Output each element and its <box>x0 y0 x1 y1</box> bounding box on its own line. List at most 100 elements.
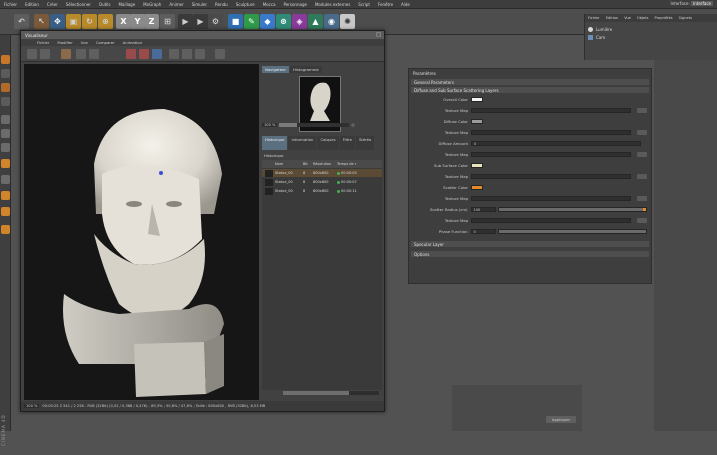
menu-item-help[interactable]: Aide <box>397 2 414 7</box>
stop-render-icon[interactable] <box>61 49 71 59</box>
tab-information[interactable]: Information <box>288 136 317 150</box>
texture-map-field[interactable] <box>471 195 631 201</box>
texture-map-browse-button[interactable] <box>637 107 647 113</box>
texture-map-browse-button[interactable] <box>637 173 647 179</box>
menu-item-plugins[interactable]: Modules externes <box>311 2 354 7</box>
attr-texture-map[interactable]: Texture Map <box>415 151 647 157</box>
axis-z-button[interactable]: Z <box>144 14 159 29</box>
texture-map-field[interactable] <box>471 217 631 223</box>
objmenu-edit[interactable]: Edition <box>603 16 621 20</box>
subsurface-color-swatch[interactable] <box>471 162 483 168</box>
render-image-area[interactable] <box>24 64 259 400</box>
menu-item-mocca[interactable]: Mocca <box>259 2 280 7</box>
overall-color-swatch[interactable] <box>471 96 483 102</box>
attr-diffuse-amount[interactable]: Diffuse Amount 0 <box>415 140 647 146</box>
swap-icon[interactable] <box>89 49 99 59</box>
zoom-fit-icon[interactable]: ◎ <box>351 123 354 127</box>
menu-item-animate[interactable]: Animer <box>165 2 187 7</box>
status-zoom-input[interactable]: 100 % <box>24 404 40 408</box>
tweak-mode-icon[interactable] <box>1 175 10 184</box>
objmenu-view[interactable]: Vue <box>621 16 634 20</box>
menu-item-tools[interactable]: Outils <box>95 2 115 7</box>
light-icon[interactable]: ✺ <box>340 14 355 29</box>
attr-texture-map[interactable]: Texture Map <box>415 129 647 135</box>
object-row-camera[interactable]: Cam <box>588 34 605 41</box>
attr-texture-map[interactable]: Texture Map <box>415 173 647 179</box>
menu-item-file[interactable]: Fichier <box>0 2 21 7</box>
attr-phase-function[interactable]: Phase Function 0 <box>415 228 647 234</box>
snapping-icon[interactable] <box>1 191 10 200</box>
menu-item-script[interactable]: Script <box>354 2 374 7</box>
attr-texture-map[interactable]: Texture Map <box>415 217 647 223</box>
recent-tool-icon[interactable]: ⊕ <box>98 14 113 29</box>
pen-spline-icon[interactable]: ✎ <box>244 14 259 29</box>
tab-stereo[interactable]: Stéréo <box>355 136 375 150</box>
diffuse-color-swatch[interactable] <box>471 118 483 124</box>
channel-green-icon[interactable] <box>139 49 149 59</box>
points-mode-icon[interactable] <box>1 115 10 124</box>
viewer-menu-edit[interactable]: Modifier <box>53 40 76 45</box>
object-row-light[interactable]: Lumière <box>588 26 612 33</box>
save-icon[interactable] <box>27 49 37 59</box>
attr-scatter-radius[interactable]: Scatter Radius (cm) 100 <box>415 206 647 212</box>
filter-icon[interactable] <box>182 49 192 59</box>
attr-texture-map[interactable]: Texture Map <box>415 107 647 113</box>
attr-scatter-color[interactable]: Scatter Color <box>415 184 647 190</box>
solo-icon[interactable] <box>1 207 10 216</box>
attr-diffuse-color[interactable]: Diffuse Color <box>415 118 647 124</box>
scatter-radius-slider[interactable] <box>498 206 647 212</box>
tab-layers[interactable]: Calques <box>317 136 339 150</box>
zoom-icon[interactable] <box>215 49 225 59</box>
render-settings-icon[interactable]: ⚙ <box>208 14 223 29</box>
viewer-menu-animation[interactable]: Animation <box>119 40 146 45</box>
viewer-titlebar[interactable]: Visualiseur × <box>21 31 384 39</box>
interface-layout-label[interactable]: Interface: Interface <box>671 1 713 6</box>
texture-map-field[interactable] <box>471 151 631 157</box>
environment-icon[interactable]: ▲ <box>308 14 323 29</box>
viewer-menu-file[interactable]: Fichier <box>33 40 53 45</box>
attr-texture-map[interactable]: Texture Map <box>415 195 647 201</box>
history-row[interactable]: Statue_00 8 800x800 00:00:11 <box>262 187 382 195</box>
section-diffuse-sss[interactable]: Diffuse and Sub Surface Scattering Layer… <box>411 87 649 93</box>
menu-item-mograph[interactable]: MoGraph <box>139 2 165 7</box>
deformer-icon[interactable]: ◈ <box>292 14 307 29</box>
axis-mode-icon[interactable] <box>1 159 10 168</box>
rotate-icon[interactable]: ↻ <box>82 14 97 29</box>
quantize-icon[interactable] <box>1 225 10 234</box>
viewer-menu-compare[interactable]: Comparer <box>92 40 119 45</box>
move-icon[interactable]: ✥ <box>50 14 65 29</box>
tab-histogram[interactable]: Histogramme <box>290 66 322 73</box>
section-specular-layer[interactable]: Specular Layer <box>411 241 649 247</box>
attr-subsurface-color[interactable]: Sub Surface Color <box>415 162 647 168</box>
zoom-slider[interactable] <box>279 123 350 127</box>
alpha-icon[interactable] <box>169 49 179 59</box>
fullscreen-icon[interactable] <box>195 49 205 59</box>
subdivision-icon[interactable]: ◆ <box>260 14 275 29</box>
phase-function-slider[interactable] <box>498 228 647 234</box>
section-general-parameters[interactable]: General Parameters <box>411 79 649 85</box>
scatter-radius-input[interactable]: 100 <box>470 206 497 212</box>
interface-layout-value[interactable]: Interface <box>691 1 713 6</box>
viewer-menu-view[interactable]: Vue <box>77 40 92 45</box>
channel-red-icon[interactable] <box>126 49 136 59</box>
scale-icon[interactable]: ▣ <box>66 14 81 29</box>
menu-item-sculpt[interactable]: Sculpture <box>232 2 259 7</box>
menu-item-edit[interactable]: Edition <box>21 2 43 7</box>
open-icon[interactable] <box>40 49 50 59</box>
attr-overall-color[interactable]: Overall Color <box>415 96 647 102</box>
texture-map-browse-button[interactable] <box>637 195 647 201</box>
texture-map-field[interactable] <box>471 173 631 179</box>
texture-map-browse-button[interactable] <box>637 129 647 135</box>
tab-filter[interactable]: Filtre <box>339 136 355 150</box>
history-scrollbar[interactable] <box>283 391 379 395</box>
polygons-mode-icon[interactable] <box>1 143 10 152</box>
apply-button[interactable]: Appliquer <box>546 416 576 423</box>
undo-icon[interactable]: ↶ <box>14 14 29 29</box>
menu-item-character[interactable]: Personnage <box>280 2 311 7</box>
tab-navigator[interactable]: Navigateur <box>262 66 289 73</box>
menu-item-render[interactable]: Rendu <box>211 2 232 7</box>
objmenu-objects[interactable]: Objets <box>634 16 652 20</box>
section-options[interactable]: Options <box>411 251 649 257</box>
edges-mode-icon[interactable] <box>1 129 10 138</box>
history-row[interactable]: Statue_00 8 800x800 00:00:07 <box>262 178 382 186</box>
